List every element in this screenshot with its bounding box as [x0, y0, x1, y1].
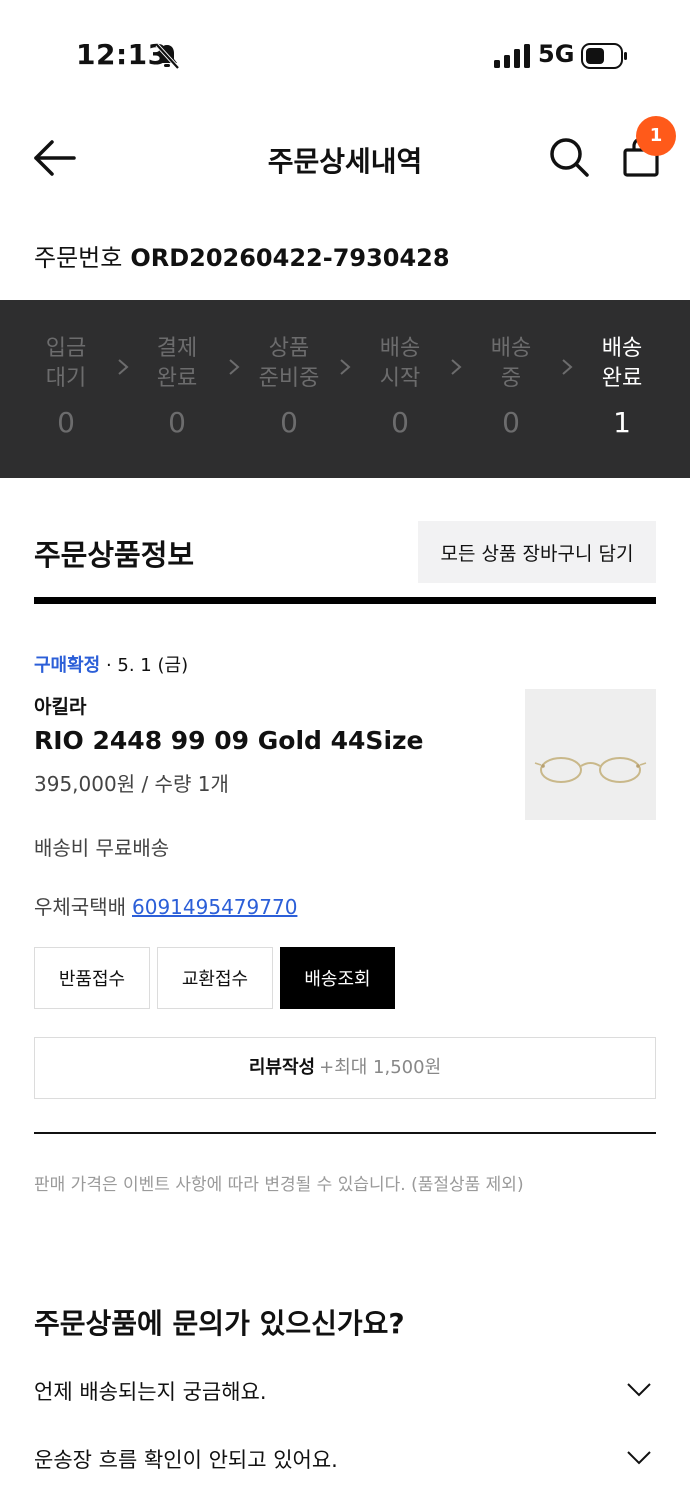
- step-count: 0: [280, 406, 298, 439]
- write-review-button[interactable]: 리뷰작성 +최대 1,500원: [34, 1037, 656, 1099]
- return-request-button[interactable]: 반품접수: [34, 947, 150, 1009]
- price-notice: 판매 가격은 이벤트 사항에 따라 변경될 수 있습니다. (품절상품 제외): [34, 1175, 524, 1195]
- product-price-quantity: 395,000원 / 수량 1개: [34, 772, 229, 796]
- step-delivered: 배송 완료 1: [587, 334, 657, 439]
- order-number-label: 주문번호: [34, 244, 123, 272]
- network-label: 5G: [538, 40, 575, 68]
- search-icon[interactable]: [548, 136, 590, 178]
- faq-item[interactable]: 운송장 흐름 확인이 안되고 있어요.: [34, 1432, 656, 1482]
- step-shipping-started: 배송 시작 0: [365, 334, 435, 439]
- faq-title: 주문상품에 문의가 있으신가요?: [34, 1307, 405, 1340]
- order-number: 주문번호 ORD20260422-7930428: [34, 238, 450, 273]
- step-label: 상품 준비중: [258, 336, 320, 391]
- courier-name: 우체국택배: [34, 895, 126, 919]
- divider: [34, 1132, 656, 1134]
- chevron-down-icon: [627, 1451, 651, 1465]
- chevron-right-icon: [229, 359, 240, 375]
- battery-icon: [581, 43, 627, 69]
- cart-count-badge: 1: [636, 116, 676, 156]
- shipping-fee: 배송비 무료배송: [34, 836, 170, 860]
- step-in-transit: 배송 중 0: [476, 334, 546, 439]
- chevron-right-icon: [118, 359, 129, 375]
- step-count: 1: [613, 406, 631, 439]
- review-bonus: +최대 1,500원: [319, 1057, 442, 1078]
- product-thumbnail[interactable]: [525, 689, 656, 820]
- step-label: 배송 완료: [601, 336, 643, 391]
- section-divider: [34, 597, 656, 604]
- item-status: 구매확정 · 5. 1 (금): [34, 651, 188, 677]
- courier-info: 우체국택배 6091495479770: [34, 891, 297, 920]
- review-label: 리뷰작성: [248, 1057, 316, 1078]
- product-name[interactable]: RIO 2448 99 09 Gold 44Size: [34, 726, 424, 755]
- faq-question: 운송장 흐름 확인이 안되고 있어요.: [34, 1448, 338, 1472]
- app-header: 주문상세내역: [0, 110, 690, 210]
- step-pending-deposit: 입금 대기 0: [31, 334, 101, 439]
- product-brand: 아킬라: [34, 696, 87, 718]
- step-payment-complete: 결제 완료 0: [142, 334, 212, 439]
- step-count: 0: [168, 406, 186, 439]
- order-number-value: ORD20260422-7930428: [130, 244, 450, 272]
- eyeglasses-icon: [534, 757, 647, 783]
- step-label: 입금 대기: [45, 336, 87, 391]
- faq-question: 언제 배송되는지 궁금해요.: [34, 1380, 267, 1404]
- purchase-confirmed-label: 구매확정: [34, 655, 101, 676]
- step-count: 0: [502, 406, 520, 439]
- step-label: 배송 시작: [379, 336, 421, 391]
- step-count: 0: [391, 406, 409, 439]
- chevron-right-icon: [451, 359, 462, 375]
- status-date: · 5. 1 (금): [100, 655, 189, 676]
- step-label: 배송 중: [490, 336, 532, 391]
- chevron-right-icon: [562, 359, 573, 375]
- status-bar: 12:13 5G: [0, 0, 690, 110]
- exchange-request-button[interactable]: 교환접수: [157, 947, 273, 1009]
- step-count: 0: [57, 406, 75, 439]
- track-shipment-button[interactable]: 배송조회: [280, 947, 395, 1009]
- step-preparing: 상품 준비중 0: [253, 334, 325, 439]
- tracking-number-link[interactable]: 6091495479770: [132, 895, 297, 919]
- chevron-down-icon: [627, 1383, 651, 1397]
- chevron-right-icon: [340, 359, 351, 375]
- step-label: 결제 완료: [156, 336, 198, 391]
- bell-muted-icon: [155, 43, 180, 70]
- signal-icon: [494, 44, 530, 68]
- order-progress-bar: 입금 대기 0 결제 완료 0 상품 준비중 0 배송 시작 0 배송 중 0 …: [0, 300, 690, 478]
- add-all-to-cart-button[interactable]: 모든 상품 장바구니 담기: [418, 521, 656, 583]
- section-title: 주문상품정보: [34, 538, 195, 572]
- faq-item[interactable]: 언제 배송되는지 궁금해요.: [34, 1364, 656, 1414]
